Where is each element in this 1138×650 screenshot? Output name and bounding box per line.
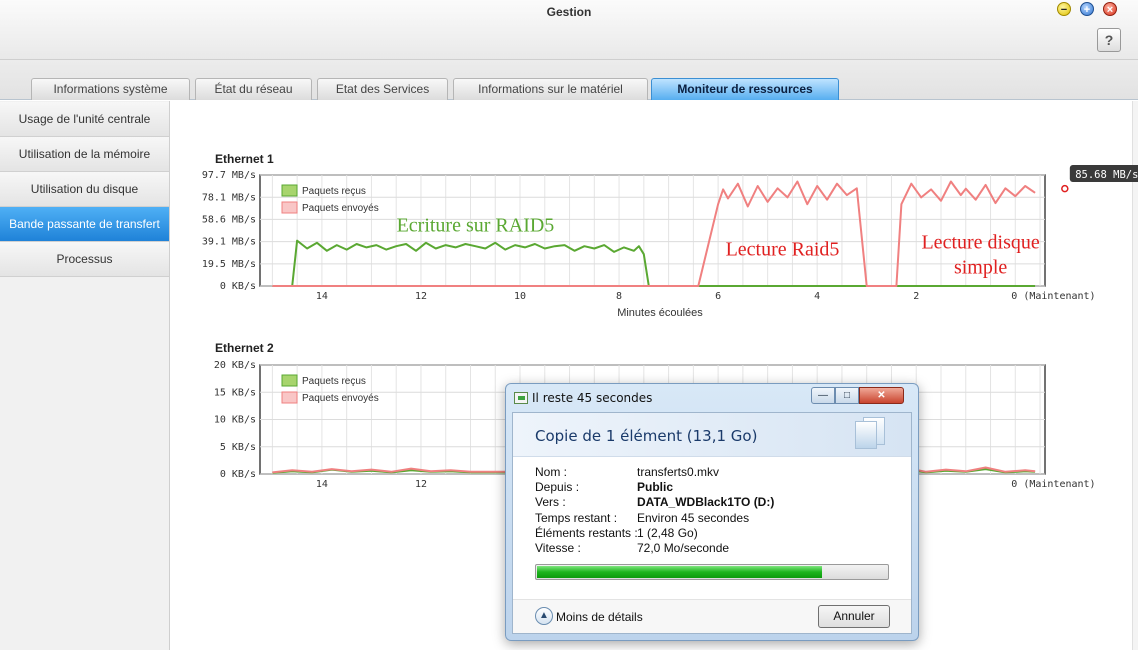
less-details-link[interactable]: Moins de détails xyxy=(556,610,643,624)
y-tick-label: 5 KB/s xyxy=(220,442,256,453)
x-tick-label: 6 xyxy=(715,291,721,302)
dialog-footer: ▲ Moins de détails Annuler xyxy=(513,599,911,633)
info-label: Depuis : xyxy=(535,480,580,495)
cancel-button[interactable]: Annuler xyxy=(818,605,890,628)
legend-label: Paquets envoyés xyxy=(302,393,379,404)
y-tick-label: 39.1 MB/s xyxy=(202,237,256,248)
dialog-header: Copie de 1 élément (13,1 Go) xyxy=(513,413,911,457)
y-tick-label: 15 KB/s xyxy=(214,387,256,398)
x-tick-label: 8 xyxy=(616,291,622,302)
x-tick-label: 12 xyxy=(415,479,427,490)
chart-annotation: simple xyxy=(954,257,1007,279)
y-tick-label: 0 KB/s xyxy=(220,281,256,292)
info-value: 1 (2,48 Go) xyxy=(637,525,698,540)
legend-swatch xyxy=(281,201,298,214)
y-tick-label: 78.1 MB/s xyxy=(202,192,256,203)
dialog-heading: Copie de 1 élément (13,1 Go) xyxy=(535,427,758,445)
dialog-body: Copie de 1 élément (13,1 Go) Nom : transf… xyxy=(512,412,912,634)
x-tick-label: 2 xyxy=(913,291,919,302)
hover-point xyxy=(1061,184,1069,193)
legend-label: Paquets reçus xyxy=(302,186,366,197)
x-tick-label: 14 xyxy=(316,291,328,302)
y-tick-label: 97.7 MB/s xyxy=(202,170,256,181)
info-value: DATA_WDBlack1TO (D:) xyxy=(637,495,775,510)
x-tick-label: 10 xyxy=(514,291,526,302)
x-tick-label: 0 (Maintenant) xyxy=(1011,479,1095,490)
copy-progress-bar xyxy=(535,564,889,580)
info-label: Temps restant : xyxy=(535,510,618,525)
y-tick-label: 19.5 MB/s xyxy=(202,259,256,270)
legend-swatch xyxy=(281,374,298,387)
copy-progress-dialog: Il reste 45 secondes — □ ✕ Copie de 1 él… xyxy=(505,383,919,641)
chevron-up-icon[interactable]: ▲ xyxy=(535,607,553,625)
y-tick-label: 10 KB/s xyxy=(214,415,256,426)
x-tick-label: 12 xyxy=(415,291,427,302)
copy-progress-fill xyxy=(537,566,823,578)
legend-swatch xyxy=(281,184,298,197)
info-label: Vers : xyxy=(535,495,566,510)
y-tick-label: 0 KB/s xyxy=(220,469,256,480)
info-label: Nom : xyxy=(535,465,568,479)
dialog-title: Il reste 45 secondes xyxy=(532,391,653,405)
x-tick-label: 0 (Maintenant) xyxy=(1011,291,1095,302)
chart-annotation: Lecture disque xyxy=(921,232,1039,254)
info-value: transferts0.mkv xyxy=(637,465,720,479)
copy-icon xyxy=(514,392,528,404)
legend-swatch xyxy=(281,391,298,404)
legend-label: Paquets reçus xyxy=(302,376,366,387)
legend-label: Paquets envoyés xyxy=(302,203,379,214)
x-tick-label: 4 xyxy=(814,291,820,302)
x-axis-label: Minutes écoulées xyxy=(617,307,703,319)
y-tick-label: 20 KB/s xyxy=(214,360,256,371)
info-value: 72,0 Mo/seconde xyxy=(637,541,730,555)
document-icon xyxy=(855,421,877,449)
info-label: Vitesse : xyxy=(535,541,581,555)
chart-annotation: Lecture Raid5 xyxy=(726,238,840,260)
y-tick-label: 58.6 MB/s xyxy=(202,214,256,225)
info-value: Public xyxy=(637,480,674,495)
tooltip-value: 85.68 MB/s xyxy=(1075,169,1138,181)
chart-annotation: Ecriture sur RAID5 xyxy=(397,214,555,236)
info-value: Environ 45 secondes xyxy=(637,510,750,525)
dialog-close-button[interactable]: ✕ xyxy=(859,387,904,404)
x-tick-label: 14 xyxy=(316,479,328,490)
dialog-minimize-button[interactable]: — xyxy=(811,387,835,404)
dialog-maximize-button[interactable]: □ xyxy=(835,387,859,404)
info-label: Éléments restants : xyxy=(535,525,638,540)
